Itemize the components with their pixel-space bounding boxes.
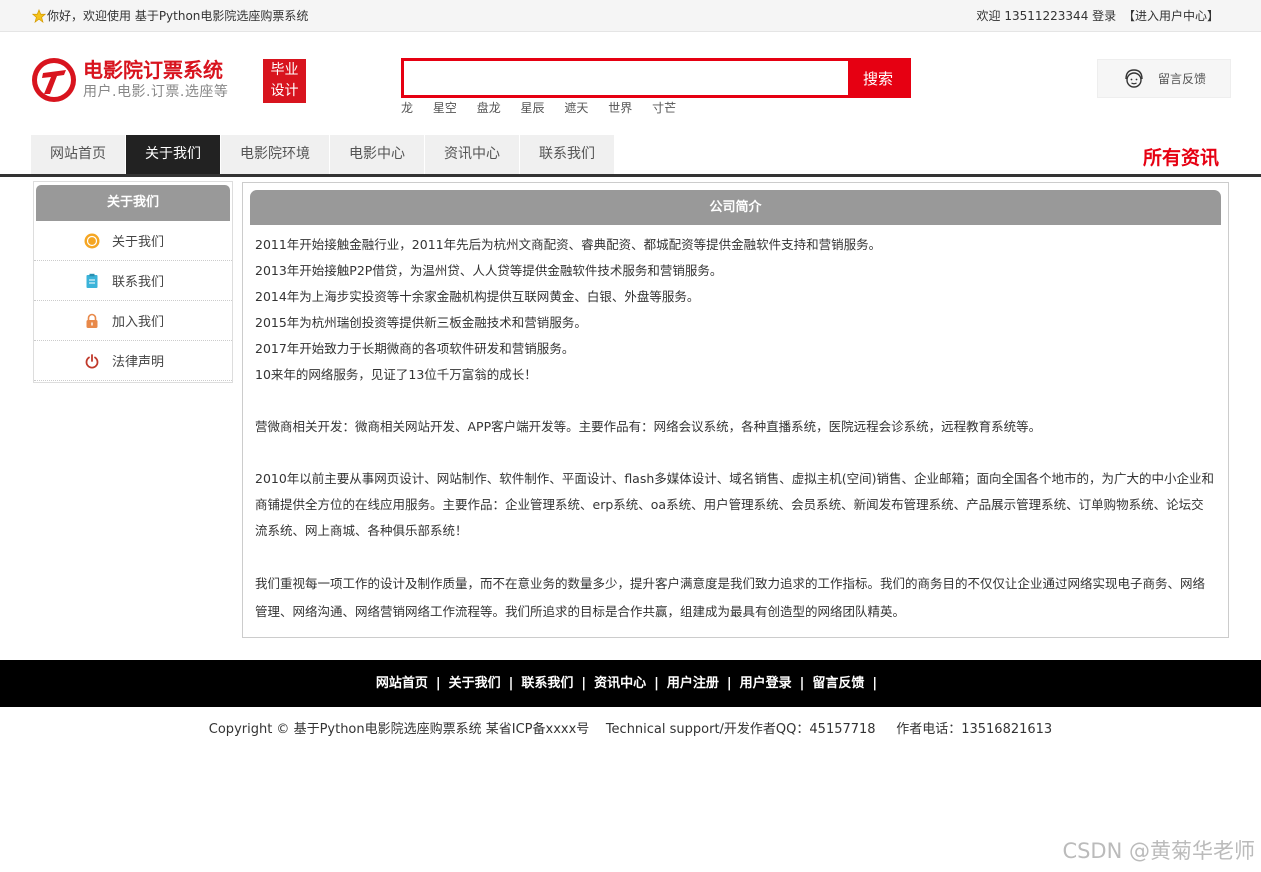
nav-contact[interactable]: 联系我们 bbox=[520, 135, 615, 174]
sidebar-item-label: 联系我们 bbox=[112, 275, 165, 290]
sidebar-item-label: 加入我们 bbox=[112, 315, 165, 330]
greeting-area: 你好，欢迎使用 基于Python电影院选座购票系统 bbox=[32, 7, 308, 24]
nav-about[interactable]: 关于我们 bbox=[126, 135, 221, 174]
feedback-button[interactable]: 留言反馈 bbox=[1097, 59, 1231, 98]
greeting-text: 你好，欢迎使用 基于Python电影院选座购票系统 bbox=[47, 9, 309, 23]
graduation-badge: 毕业 设计 bbox=[263, 59, 306, 103]
footer-link-login[interactable]: 用户登录 bbox=[740, 676, 792, 691]
footer-link-about[interactable]: 关于我们 bbox=[449, 676, 501, 691]
content-paragraph: 2017年开始致力于长期微商的各项软件研发和营销服务。 bbox=[255, 341, 575, 356]
badge-line-2: 设计 bbox=[270, 83, 299, 99]
footer-separator: | bbox=[726, 676, 732, 691]
user-area: 欢迎 13511223344 登录 【进入用户中心】 bbox=[974, 7, 1219, 24]
footer-link-feedback[interactable]: 留言反馈 bbox=[812, 676, 864, 691]
nav-home[interactable]: 网站首页 bbox=[31, 135, 126, 174]
content-spacer bbox=[255, 388, 1216, 414]
sidebar: 关于我们 关于我们 联系我们 加入我们 法律声明 bbox=[33, 181, 233, 383]
footer-links: 网站首页 | 关于我们 | 联系我们 | 资讯中心 | 用户注册 | 用户登录 | 留言反馈 | bbox=[0, 660, 1261, 707]
site-title: 电影院订票系统 bbox=[83, 58, 223, 82]
content-paragraph: 营微商相关开发：微商相关网站开发、APP客户端开发等。主要作品有：网络会议系统，… bbox=[255, 419, 1042, 434]
customer-service-icon bbox=[1125, 68, 1143, 88]
hot-keyword[interactable]: 星辰 bbox=[521, 101, 545, 115]
footer-separator: | bbox=[654, 676, 659, 691]
search-bar: 搜索 bbox=[401, 58, 911, 98]
content-spacer bbox=[255, 544, 1216, 570]
power-icon bbox=[85, 353, 99, 368]
nav-cinema-environment[interactable]: 电影院环境 bbox=[221, 135, 330, 174]
sidebar-item-label: 关于我们 bbox=[112, 235, 165, 250]
hot-keyword[interactable]: 龙 bbox=[401, 101, 413, 115]
content-paragraph: 2013年开始接触P2P借贷，为温州贷、人人贷等提供金融软件技术服务和营销服务。 bbox=[255, 263, 723, 278]
site-subtitle: 用户.电影.订票.选座等 bbox=[83, 84, 229, 100]
welcome-text: 欢迎 13511223344 登录 bbox=[976, 9, 1117, 23]
hot-keyword[interactable]: 寸芒 bbox=[652, 101, 676, 115]
footer-separator: | bbox=[872, 676, 878, 691]
all-news-link[interactable]: 所有资讯 bbox=[1143, 143, 1219, 170]
hot-keywords: 龙 星空 盘龙 星辰 遮天 世界 寸芒 bbox=[401, 99, 692, 116]
content-title: 公司简介 bbox=[250, 190, 1221, 225]
content-paragraph: 2014年为上海步实投资等十余家金融机构提供互联网黄金、白银、外盘等服务。 bbox=[255, 289, 700, 304]
main-content: 公司简介 2011年开始接触金融行业，2011年先后为杭州文商配资、睿典配资、都… bbox=[242, 182, 1229, 638]
clipboard-icon bbox=[86, 273, 98, 288]
footer-link-home[interactable]: 网站首页 bbox=[376, 676, 428, 691]
sidebar-item-contact[interactable]: 联系我们 bbox=[34, 261, 232, 301]
copyright-text: Copyright © 基于Python电影院选座购票系统 某省ICP备xxxx… bbox=[208, 722, 1053, 737]
search-button[interactable]: 搜索 bbox=[848, 61, 908, 95]
nav-news-center[interactable]: 资讯中心 bbox=[425, 135, 520, 174]
sidebar-item-about[interactable]: 关于我们 bbox=[34, 221, 232, 261]
main-nav: 网站首页 关于我们 电影院环境 电影中心 资讯中心 联系我们 bbox=[31, 135, 615, 174]
footer-separator: | bbox=[508, 676, 514, 691]
content-paragraph: 2011年开始接触金融行业，2011年先后为杭州文商配资、睿典配资、都城配资等提… bbox=[255, 237, 882, 252]
content-paragraph: 10来年的网络服务，见证了13位千万富翁的成长！ bbox=[255, 367, 537, 382]
badge-line-1: 毕业 bbox=[270, 62, 299, 78]
hot-keyword[interactable]: 盘龙 bbox=[477, 101, 501, 115]
content-spacer bbox=[255, 440, 1216, 466]
sidebar-item-label: 法律声明 bbox=[112, 355, 165, 370]
content-paragraph: 2010年以前主要从事网页设计、网站制作、软件制作、平面设计、flash多媒体设… bbox=[255, 471, 1215, 538]
sidebar-title: 关于我们 bbox=[36, 185, 230, 221]
nav-divider bbox=[0, 174, 1261, 177]
lock-icon bbox=[86, 313, 98, 328]
footer-link-news[interactable]: 资讯中心 bbox=[594, 676, 646, 691]
search-input[interactable] bbox=[404, 61, 848, 95]
sidebar-item-legal[interactable]: 法律声明 bbox=[34, 341, 232, 381]
footer-separator: | bbox=[435, 676, 441, 691]
site-logo[interactable]: 电影院订票系统 用户.电影.订票.选座等 bbox=[30, 56, 228, 104]
top-bar: 你好，欢迎使用 基于Python电影院选座购票系统 欢迎 13511223344… bbox=[0, 0, 1261, 32]
hot-keyword[interactable]: 遮天 bbox=[564, 101, 588, 115]
footer-separator: | bbox=[799, 676, 805, 691]
footer-link-contact[interactable]: 联系我们 bbox=[521, 676, 573, 691]
footer-separator: | bbox=[581, 676, 587, 691]
nav-movie-center[interactable]: 电影中心 bbox=[330, 135, 425, 174]
sidebar-item-join[interactable]: 加入我们 bbox=[34, 301, 232, 341]
hot-keyword[interactable]: 星空 bbox=[433, 101, 457, 115]
hot-keyword[interactable]: 世界 bbox=[608, 101, 632, 115]
content-body: 2011年开始接触金融行业，2011年先后为杭州文商配资、睿典配资、都城配资等提… bbox=[243, 225, 1228, 626]
content-paragraph: 2015年为杭州瑞创投资等提供新三板金融技术和营销服务。 bbox=[255, 315, 587, 330]
watermark: CSDN @黄菊华老师 bbox=[1062, 839, 1255, 863]
content-paragraph: 我们重视每一项工作的设计及制作质量，而不在意业务的数量多少，提升客户满意度是我们… bbox=[255, 576, 1206, 619]
star-icon bbox=[32, 8, 46, 23]
feedback-label: 留言反馈 bbox=[1157, 72, 1206, 86]
user-center-link[interactable]: 【进入用户中心】 bbox=[1123, 9, 1219, 23]
footer-link-register[interactable]: 用户注册 bbox=[667, 676, 719, 691]
logo-icon bbox=[32, 58, 76, 102]
coin-icon bbox=[84, 233, 100, 248]
